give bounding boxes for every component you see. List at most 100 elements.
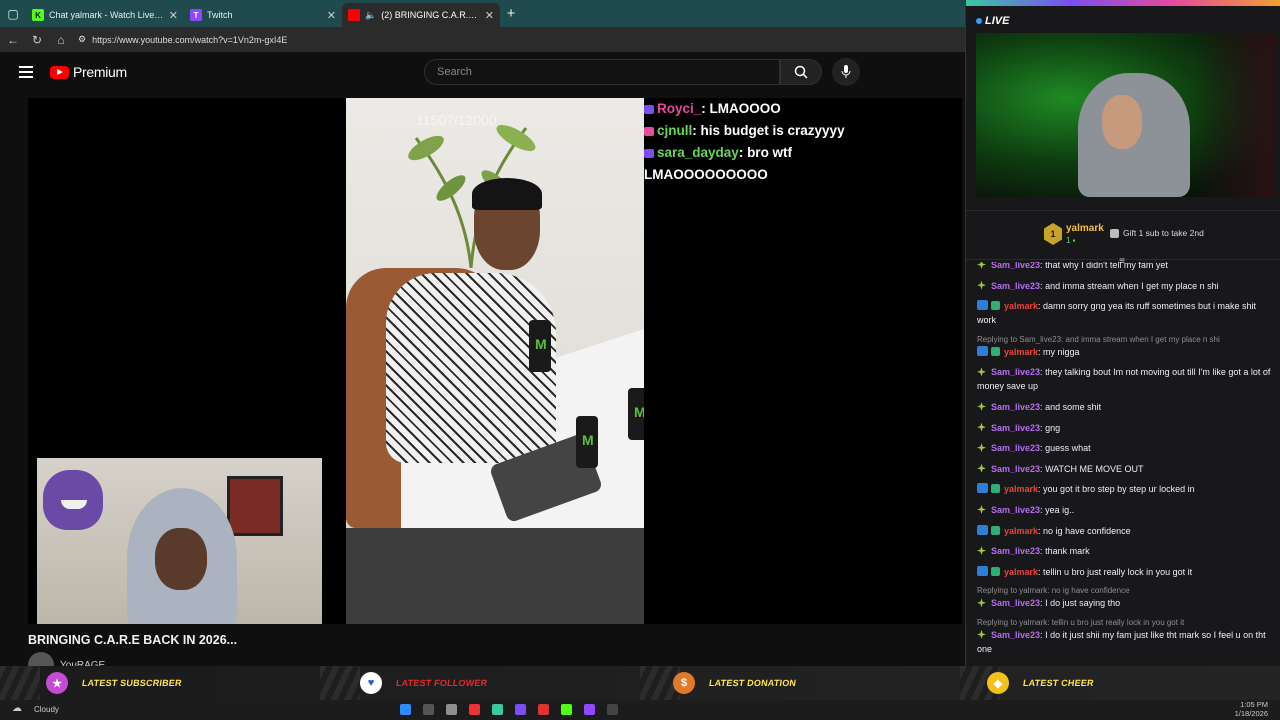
broadcaster-badge-icon	[977, 300, 988, 311]
chat-username[interactable]: yalmark	[1004, 347, 1038, 357]
overlay-chat-line: sara_dayday: bro wtf	[644, 142, 962, 164]
reload-icon[interactable]: ↻	[30, 33, 44, 47]
close-icon[interactable]: ✕	[485, 9, 494, 22]
search-icon	[794, 65, 808, 79]
app-icon[interactable]	[561, 704, 572, 715]
chat-text: you got it bro step by step ur locked in	[1043, 484, 1195, 495]
chat-username[interactable]: Sam_live23	[991, 464, 1040, 474]
chat-message-list[interactable]: Sam_live23: that why I didn't tell my fa…	[966, 262, 1280, 666]
app-icon[interactable]	[584, 704, 595, 715]
search-button[interactable]	[780, 59, 822, 85]
overlay-chat-line: LMAOOOOOOOOO	[644, 167, 768, 182]
taskbar-apps	[400, 704, 618, 715]
chat-message: Sam_live23: thank mark	[977, 544, 1271, 558]
chat-message: Sam_live23: I do it just shii my fam jus…	[977, 629, 1266, 654]
app-icon[interactable]	[607, 704, 618, 715]
close-icon[interactable]: ✕	[327, 9, 336, 22]
chat-message: yalmark: no ig have confidence	[977, 524, 1271, 538]
goal-counter: 11507/12000	[416, 112, 497, 128]
chat-username[interactable]: yalmark	[1004, 301, 1038, 311]
site-info-icon[interactable]: ⚙	[78, 34, 86, 45]
sub-badge-icon	[991, 525, 1000, 535]
home-icon[interactable]: ⌂	[54, 33, 68, 47]
gift-sub-prompt[interactable]: Gift 1 sub to take 2nd	[1110, 228, 1204, 238]
stream-alert-bar: ★ LATEST SUBSCRIBER ♥ LATEST FOLLOWER $ …	[0, 666, 1280, 700]
tab-actions-icon[interactable]: ▢	[0, 0, 26, 27]
broadcaster-badge-icon	[977, 345, 988, 356]
chat-message: Sam_live23: and imma stream when I get m…	[977, 279, 1271, 293]
video-player[interactable]: 11507/12000 Royci_: LMAOOOO cjnull: his …	[28, 98, 962, 624]
youtube-logo[interactable]: Premium	[50, 64, 127, 80]
reply-context: Replying to yalmark: no ig have confiden…	[977, 586, 1130, 596]
chat-message: yalmark: you got it bro step by step ur …	[977, 482, 1271, 496]
brand-label: Premium	[73, 64, 127, 80]
tab-youtube[interactable]: 🔈 (2) BRINGING C.A.R.E BACK IN 2026... ✕	[342, 3, 500, 27]
chat-username[interactable]: Sam_live23	[991, 262, 1040, 270]
supporter-badge-icon	[977, 504, 986, 514]
chat-text: I do just saying tho	[1045, 598, 1121, 609]
supporter-badge-icon	[977, 262, 986, 269]
screen: ▢ K Chat yalmark - Watch Live on Kick ✕ …	[0, 0, 1280, 720]
chat-message: Sam_live23: guess what	[977, 441, 1271, 455]
diamond-icon: ◆	[987, 672, 1009, 694]
reply-context: Replying to yalmark: tellin u bro just r…	[977, 617, 1185, 627]
weather-icon: ☁	[12, 703, 22, 714]
chat-username[interactable]: Sam_live23	[991, 598, 1040, 608]
chat-username[interactable]: Sam_live23	[991, 443, 1040, 453]
reply-context: Replying to Sam_live23: and imma stream …	[977, 334, 1220, 344]
tab-kick[interactable]: K Chat yalmark - Watch Live on Kick ✕	[26, 3, 184, 27]
chat-text: that why I didn't tell my fam yet	[1045, 262, 1168, 270]
new-tab-button[interactable]: +	[500, 5, 522, 22]
chat-text: and imma stream when I get my place n sh…	[1045, 280, 1219, 291]
chat-username[interactable]: yalmark	[1004, 526, 1038, 536]
supporter-badge-icon	[977, 546, 986, 556]
chat-username[interactable]: Sam_live23	[991, 546, 1040, 556]
chat-username[interactable]: Sam_live23	[991, 281, 1040, 291]
youtube-app-icon[interactable]	[469, 704, 480, 715]
tab-title: Chat yalmark - Watch Live on Kick	[49, 10, 164, 20]
chat-username[interactable]: yalmark	[1004, 567, 1038, 577]
app-icon[interactable]	[492, 704, 503, 715]
streamer-webcam	[37, 458, 322, 624]
speaker-icon[interactable]: 🔈	[365, 10, 376, 21]
chat-message: yalmark: damn sorry gng yea its ruff som…	[977, 300, 1256, 326]
live-indicator: LIVE	[976, 15, 1009, 27]
app-icon[interactable]	[538, 704, 549, 715]
search-input[interactable]: Search	[424, 59, 780, 85]
app-icon[interactable]	[515, 704, 526, 715]
chat-username[interactable]: yalmark	[1004, 484, 1038, 494]
search-icon[interactable]	[423, 704, 434, 715]
overlay-chat: Royci_: LMAOOOO cjnull: his budget is cr…	[644, 98, 962, 186]
url-field[interactable]: ⚙ https://www.youtube.com/watch?v=1Vn2m-…	[78, 34, 965, 45]
chat-username[interactable]: Sam_live23	[991, 505, 1040, 515]
voice-search-button[interactable]	[832, 58, 860, 86]
youtube-header: Premium Search	[0, 52, 965, 92]
latest-donation-alert: $ LATEST DONATION	[673, 672, 797, 694]
supporter-badge-icon	[977, 629, 986, 639]
gengar-plush	[43, 470, 103, 530]
tab-twitch[interactable]: T Twitch ✕	[184, 3, 342, 27]
app-icon[interactable]	[446, 704, 457, 715]
chat-text: tellin u bro just really lock in you got…	[1043, 566, 1193, 577]
menu-icon[interactable]	[19, 66, 33, 78]
sub-badge-icon	[991, 566, 1000, 576]
sub-badge-icon	[991, 484, 1000, 494]
close-icon[interactable]: ✕	[169, 9, 178, 22]
supporter-badge-icon	[977, 367, 986, 377]
windows-icon[interactable]	[400, 704, 411, 715]
heart-icon: ♥	[360, 672, 382, 694]
chat-username[interactable]: Sam_live23	[991, 630, 1040, 640]
chat-message: Sam_live23: they talking bout Im not mov…	[977, 367, 1271, 392]
chat-username[interactable]: Sam_live23	[991, 402, 1040, 412]
back-icon[interactable]: ←	[6, 33, 20, 47]
leader-count: 1 ▪	[1066, 236, 1076, 245]
latest-follower-alert: ♥ LATEST FOLLOWER	[360, 672, 488, 694]
video-main-scene: 11507/12000	[346, 98, 644, 624]
os-taskbar: ☁ Cloudy 1:05 PM 1/18/2026	[0, 700, 1280, 720]
chat-message: Sam_live23: that why I didn't tell my fa…	[977, 262, 1271, 272]
supporter-badge-icon	[977, 401, 986, 411]
system-clock[interactable]: 1:05 PM 1/18/2026	[1235, 700, 1268, 718]
chat-username[interactable]: Sam_live23	[991, 423, 1040, 433]
leader-username[interactable]: yalmark	[1066, 223, 1104, 234]
chat-username[interactable]: Sam_live23	[991, 367, 1040, 377]
